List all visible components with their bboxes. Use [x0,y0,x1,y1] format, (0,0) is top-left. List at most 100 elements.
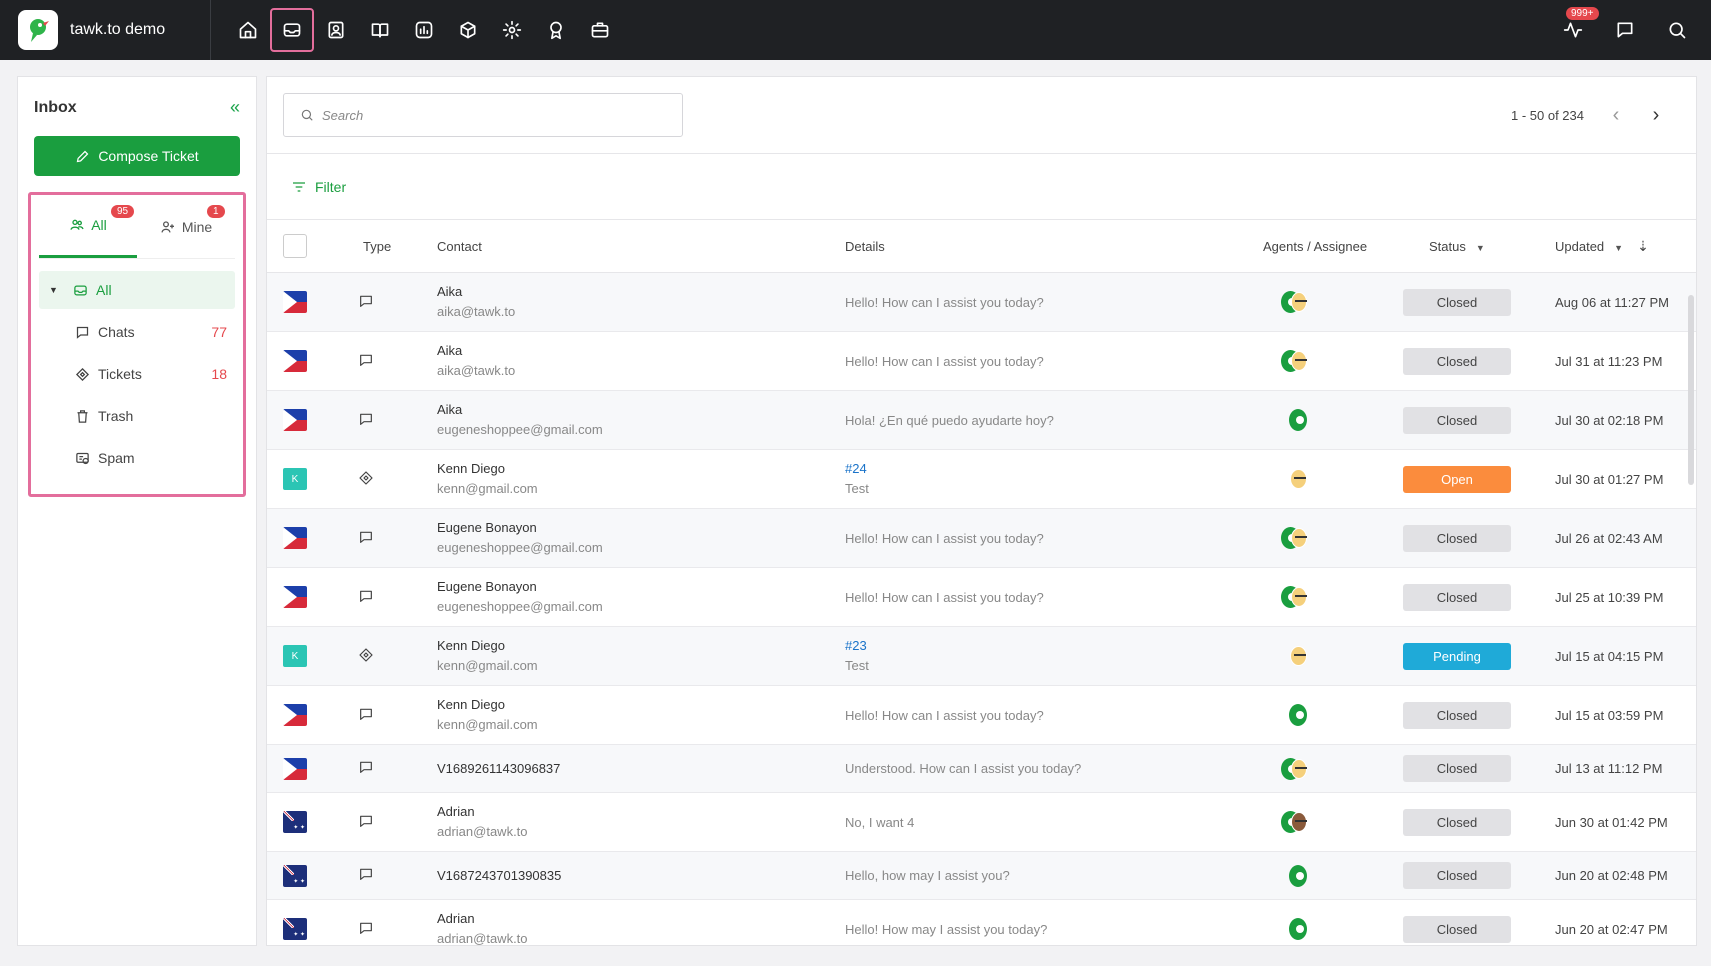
header-status[interactable]: Status ▼ [1429,239,1485,254]
reporting-icon[interactable] [402,8,446,52]
agent-avatar [1290,528,1307,548]
table-row[interactable]: V1687243701390835 Hello, how may I assist… [267,852,1696,900]
tab-all-badge: 95 [111,205,135,218]
pagination: 1 - 50 of 234 ‹ › [1511,104,1676,127]
contact-name: Aika [437,402,463,417]
filter-icon [293,181,305,192]
contacts-icon[interactable] [314,8,358,52]
table-row[interactable]: Aika eugeneshoppee@gmail.com Hola! ¿En qué… [267,391,1696,450]
folder-label: Chats [98,324,135,340]
tab-mine[interactable]: Mine 1 [137,195,235,258]
header-updated[interactable]: Updated ▼ ⇣ [1555,238,1649,255]
ticket-number[interactable]: #24 [845,459,869,479]
scrollbar[interactable] [1688,295,1694,485]
status-badge: Closed [1403,524,1511,552]
prev-page-icon[interactable]: ‹ [1596,104,1636,127]
table-row[interactable]: Eugene Bonayon eugeneshoppee@gmail.com Hel… [267,509,1696,568]
home-icon[interactable] [226,8,270,52]
status-badge: Open [1403,465,1511,493]
app-name: tawk.to demo [70,21,166,38]
inbox-sidebar: Inbox « Compose Ticket All 95 Mine 1 ▼ A… [17,76,257,946]
status-badge: Closed [1403,755,1511,782]
message-preview: Hello! How can I assist you today? [845,589,1044,605]
ticket-subject: Test [845,658,869,673]
caret-down-icon[interactable]: ▼ [49,285,58,295]
table-row[interactable]: K Kenn Diego kenn@gmail.com #23 Test Pending J… [267,627,1696,686]
settings-icon[interactable] [490,8,534,52]
select-all-checkbox[interactable] [283,234,307,258]
ticket-number[interactable]: #23 [845,636,869,656]
tab-all-label: All [91,217,107,233]
table-row[interactable]: Eugene Bonayon eugeneshoppee@gmail.com Hel… [267,568,1696,627]
table-row[interactable]: Aika aika@tawk.to Hello! How can I assist … [267,332,1696,391]
header-details: Details [845,238,885,254]
addons-icon[interactable] [446,8,490,52]
contact-avatar: K [283,645,307,667]
search-icon[interactable] [1655,8,1699,52]
folder-label: Tickets [98,366,142,382]
agent-avatar [1289,918,1307,940]
folder-chats[interactable]: Chats 77 [39,313,235,351]
contact-email: eugeneshoppee@gmail.com [437,422,603,437]
contact-name: Adrian [437,911,475,926]
contact-name: Kenn Diego [437,697,505,712]
folder-all[interactable]: ▼ All [39,271,235,309]
chat-icon [358,866,374,885]
contact-email: adrian@tawk.to [437,824,528,839]
message-preview: Hello! How can I assist you today? [845,294,1044,310]
compose-ticket-label: Compose Ticket [98,148,199,164]
agent-avatar [1290,758,1307,779]
table-row[interactable]: K Kenn Diego kenn@gmail.com #24 Test Open Jul … [267,450,1696,509]
contact-name: Kenn Diego [437,638,505,653]
contact-email: kenn@gmail.com [437,717,538,732]
agent-avatar [1290,351,1307,371]
ticket-icon [358,647,374,666]
collapse-icon[interactable]: « [230,97,240,118]
contact-name: Eugene Bonayon [437,579,537,594]
agents-assignee [1257,527,1307,549]
chat-icon [358,759,374,778]
message-preview: Understood. How can I assist you today? [845,761,1082,776]
updated-time: Aug 06 at 11:27 PM [1555,294,1669,310]
status-badge: Closed [1403,862,1511,889]
spam-icon [76,452,89,464]
table-row[interactable]: Adrian adrian@tawk.to Hello! How may I ass… [267,900,1696,945]
briefcase-icon[interactable] [578,8,622,52]
updated-time: Jul 31 at 11:23 PM [1555,353,1663,369]
inbox-icon[interactable] [270,8,314,52]
folder-trash[interactable]: Trash [39,397,235,435]
pagination-text: 1 - 50 of 234 [1511,107,1584,123]
table-row[interactable]: Adrian adrian@tawk.to No, I want 4 Closed Ju… [267,793,1696,852]
next-page-icon[interactable]: › [1636,104,1676,127]
contact-name: Eugene Bonayon [437,520,537,535]
brand[interactable]: tawk.to demo [0,0,211,60]
message-preview: Hello! How can I assist you today? [845,707,1044,723]
agent-avatar [1289,409,1307,431]
table-row[interactable]: V1689261143096837 Understood. How can I a… [267,745,1696,793]
search-input[interactable]: Search [283,93,683,137]
chat-icon [76,326,89,339]
filter-button[interactable]: Filter [267,154,1696,220]
knowledge-base-icon[interactable] [358,8,402,52]
status-badge: Closed [1403,406,1511,434]
message-preview: Hello, how may I assist you? [845,868,1010,883]
table-row[interactable]: Kenn Diego kenn@gmail.com Hello! How can I… [267,686,1696,745]
country-flag-icon [283,291,307,313]
chat-icon [358,352,374,371]
contact-avatar: K [283,468,307,490]
compose-ticket-button[interactable]: Compose Ticket [34,136,240,176]
folder-tickets[interactable]: Tickets 18 [39,355,235,393]
contact-name: V1689261143096837 [437,760,561,776]
sidebar-title: Inbox [34,98,77,116]
updated-time: Jul 15 at 04:15 PM [1555,648,1664,664]
table-row[interactable]: Aika aika@tawk.to Hello! How can I assist … [267,273,1696,332]
chat-bubble-icon[interactable] [1603,8,1647,52]
folder-spam[interactable]: Spam [39,439,235,477]
badge-icon[interactable] [534,8,578,52]
sort-order-icon[interactable]: ⇣ [1637,238,1649,254]
contact-email: kenn@gmail.com [437,481,538,496]
contact-name: Aika [437,343,463,358]
pencil-icon [77,150,89,162]
tab-all[interactable]: All 95 [39,195,137,258]
table-header: Type Contact Details Agents / Assignee S… [267,220,1696,273]
